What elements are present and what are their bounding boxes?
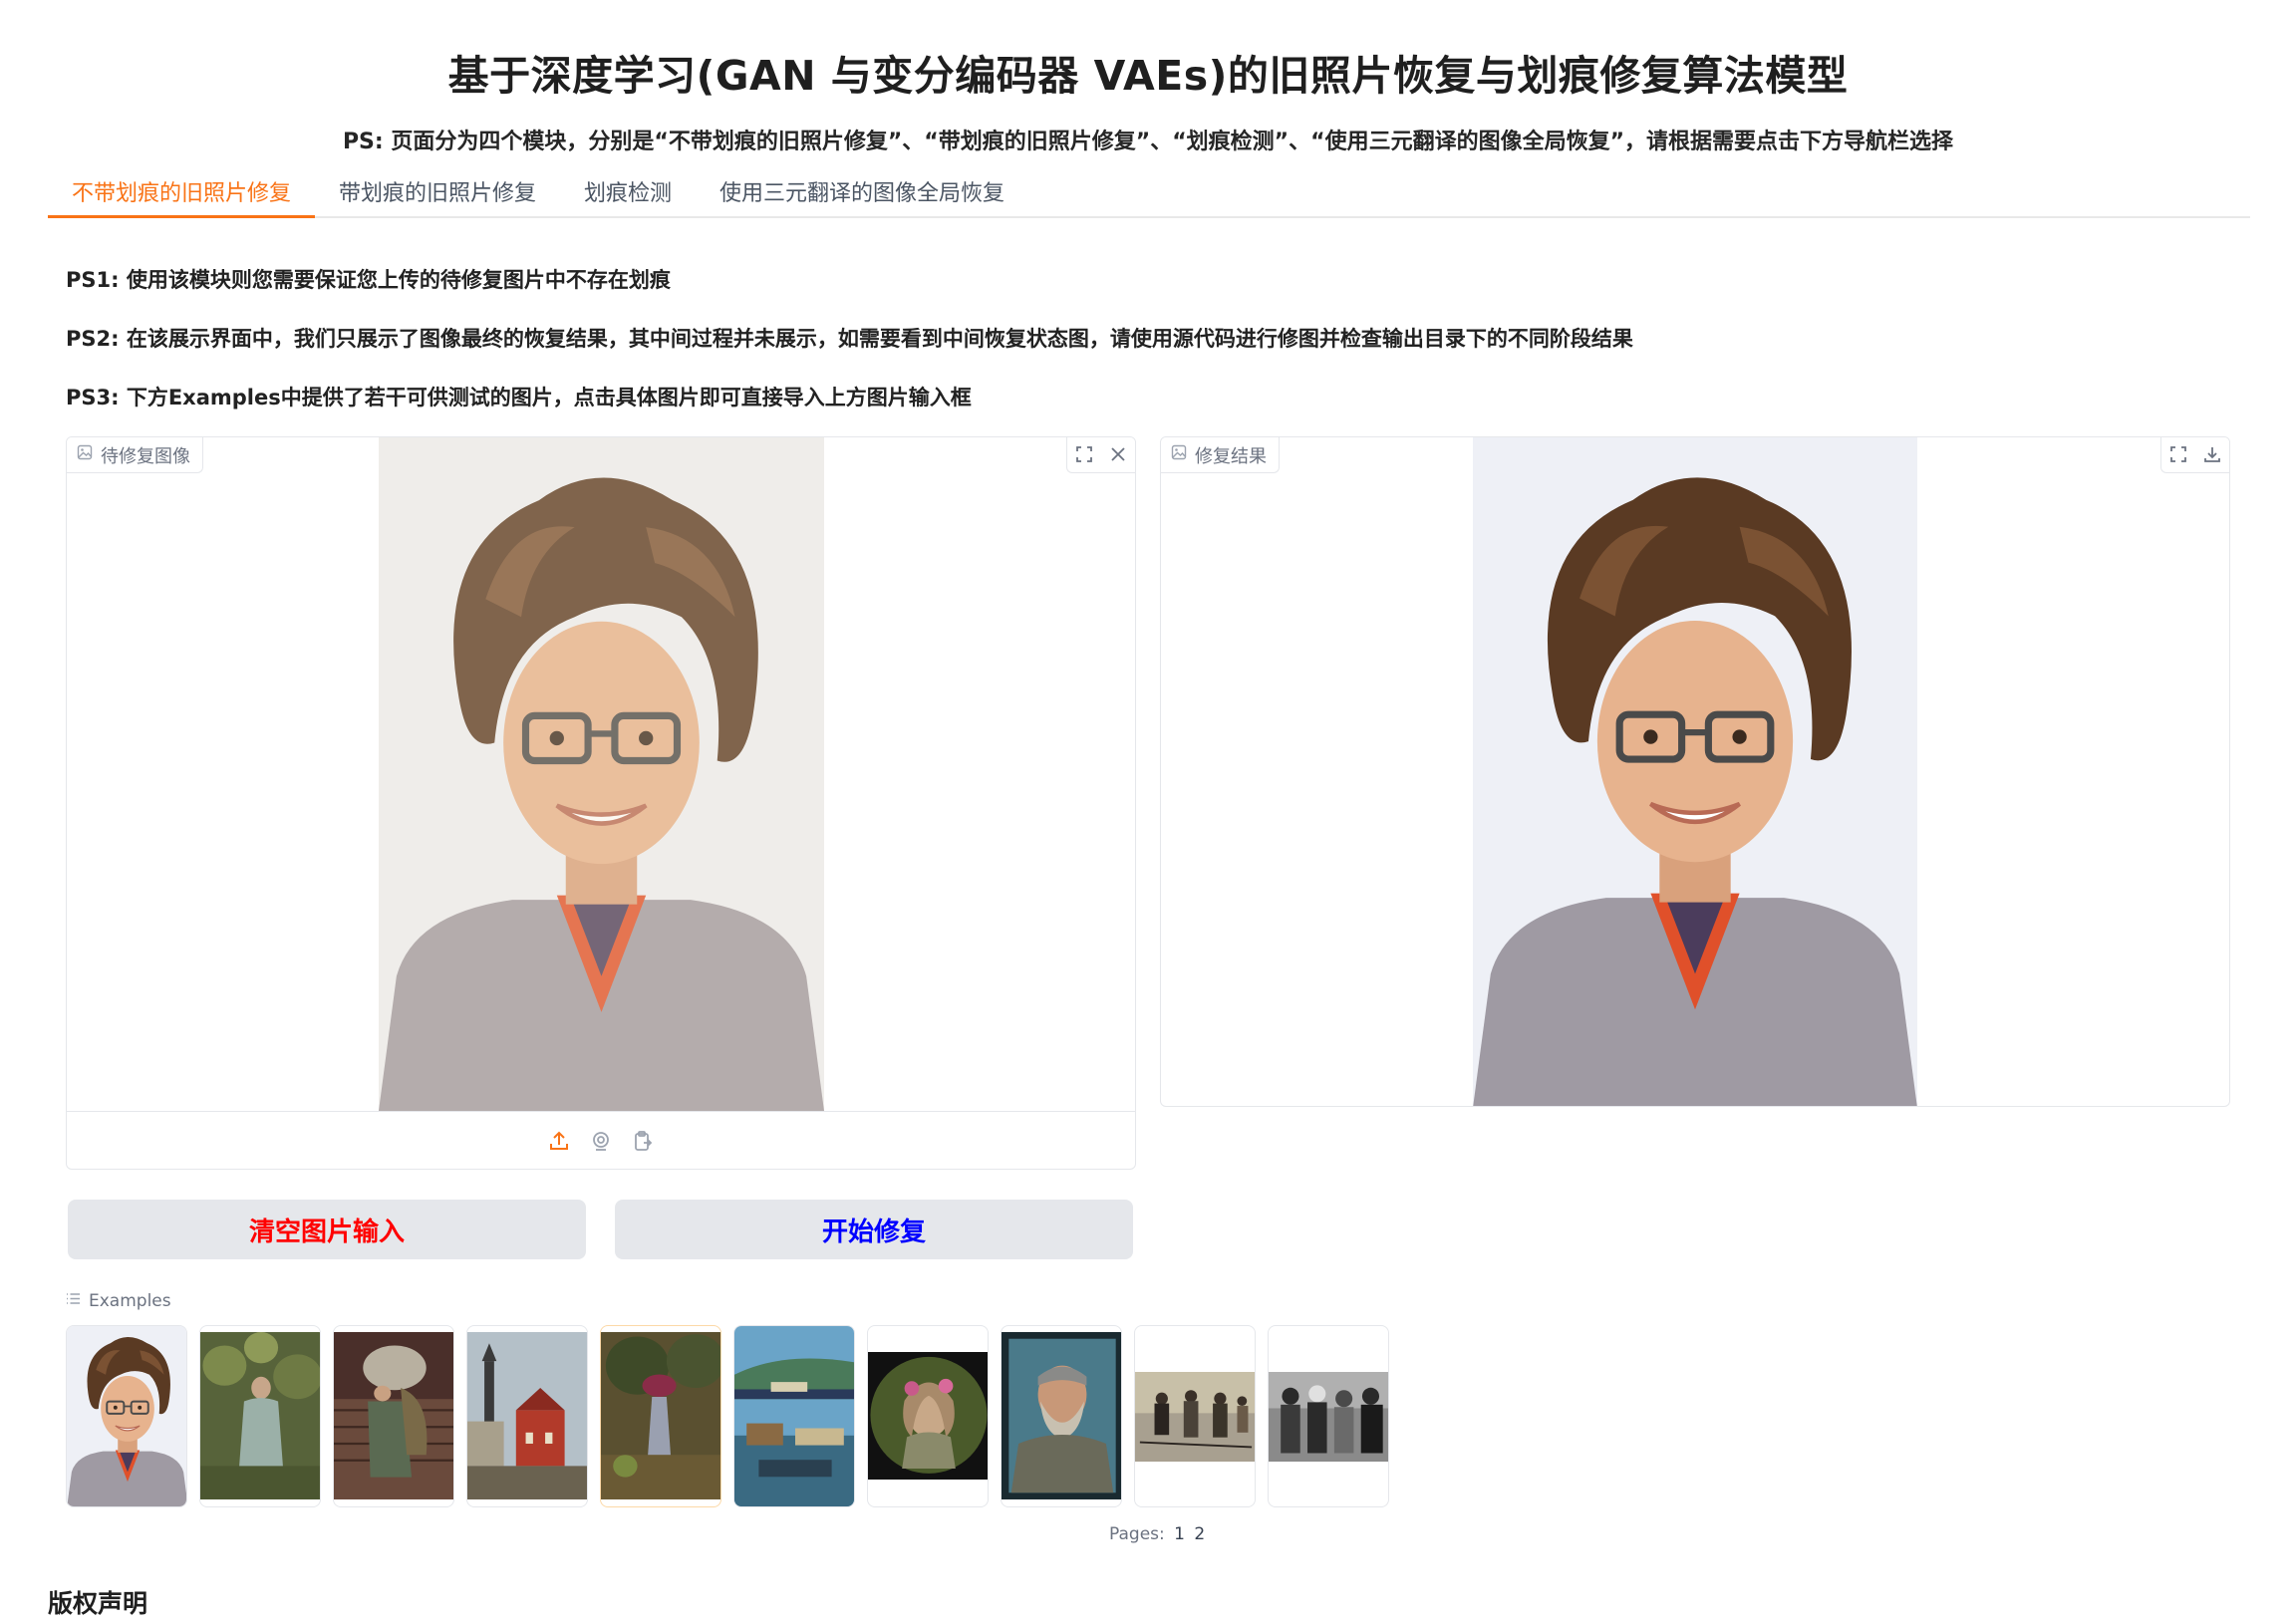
examples-label: Examples	[89, 1291, 171, 1311]
note-ps1: PS1: 使用该模块则您需要保证您上传的待修复图片中不存在划痕	[66, 268, 671, 292]
example-thumbnail[interactable]	[733, 1325, 855, 1507]
output-image-panel: 修复结果	[1160, 436, 2230, 1107]
input-image-label-text: 待修复图像	[101, 445, 190, 467]
example-thumbnail[interactable]	[66, 1325, 187, 1507]
pages-label: Pages:	[1109, 1524, 1165, 1544]
note-ps2: PS2: 在该展示界面中，我们只展示了图像最终的恢复结果，其中间过程并未展示，如…	[66, 327, 1633, 351]
tab-bar: 不带划痕的旧照片修复 带划痕的旧照片修复 划痕检测 使用三元翻译的图像全局恢复	[48, 174, 2250, 218]
output-image-label: 修复结果	[1161, 437, 1280, 473]
example-thumbnail[interactable]	[333, 1325, 454, 1507]
example-thumbnail[interactable]	[199, 1325, 321, 1507]
copyright-heading: 版权声明	[48, 1589, 148, 1618]
page-link-2[interactable]: 2	[1194, 1524, 1205, 1544]
tab-scratch-detection[interactable]: 划痕检测	[560, 174, 696, 218]
clipboard-icon[interactable]	[630, 1128, 656, 1154]
download-icon[interactable]	[2195, 437, 2229, 471]
pagination: Pages: 1 2	[1109, 1524, 1205, 1544]
output-image-label-text: 修复结果	[1195, 445, 1267, 467]
note-ps3: PS3: 下方Examples中提供了若干可供测试的图片，点击具体图片即可直接导…	[66, 386, 972, 409]
close-icon[interactable]	[1101, 437, 1135, 471]
tab-scratch-repair[interactable]: 带划痕的旧照片修复	[315, 174, 560, 218]
example-thumbnail[interactable]	[867, 1325, 989, 1507]
examples-header: Examples	[66, 1291, 171, 1311]
output-panel-tools	[2160, 437, 2229, 473]
input-panel-tools	[1066, 437, 1135, 473]
example-thumbnail[interactable]	[1134, 1325, 1256, 1507]
page-link-1[interactable]: 1	[1174, 1524, 1185, 1544]
upload-icon[interactable]	[546, 1128, 572, 1154]
input-image-label: 待修复图像	[67, 437, 203, 473]
webcam-icon[interactable]	[588, 1128, 614, 1154]
ps-description: PS: 页面分为四个模块，分别是“不带划痕的旧照片修复”、“带划痕的旧照片修复”…	[342, 130, 1954, 154]
image-icon	[1171, 444, 1187, 465]
tab-no-scratch-repair[interactable]: 不带划痕的旧照片修复	[48, 174, 316, 218]
tab-global-restoration[interactable]: 使用三元翻译的图像全局恢复	[696, 174, 1028, 218]
list-icon	[66, 1291, 81, 1311]
upload-source-bar	[67, 1111, 1135, 1169]
example-thumbnail[interactable]	[466, 1325, 588, 1507]
start-repair-button[interactable]: 开始修复	[615, 1200, 1133, 1259]
page-title: 基于深度学习(GAN 与变分编码器 VAEs)的旧照片恢复与划痕修复算法模型	[447, 52, 1849, 100]
clear-image-button[interactable]: 清空图片输入	[68, 1200, 586, 1259]
input-image-panel[interactable]: 待修复图像	[66, 436, 1136, 1170]
example-thumbnail[interactable]	[1268, 1325, 1389, 1507]
input-photo	[379, 437, 824, 1111]
fullscreen-icon[interactable]	[2161, 437, 2195, 471]
example-thumbnail[interactable]	[1001, 1325, 1122, 1507]
image-icon	[77, 444, 93, 465]
fullscreen-icon[interactable]	[1067, 437, 1101, 471]
example-thumbnail[interactable]	[600, 1325, 721, 1507]
output-photo	[1473, 437, 1917, 1107]
